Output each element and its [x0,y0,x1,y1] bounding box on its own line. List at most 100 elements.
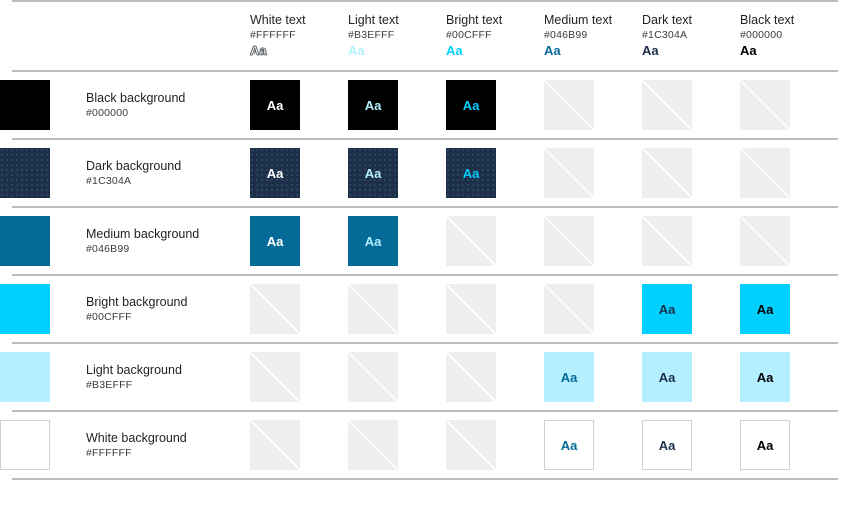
sample-cell-light-light [348,344,446,410]
row-swatch-cell-dark [0,140,86,206]
row-hex: #00CFFF [86,311,132,323]
sample-cell-black-white: Aa [250,72,348,138]
sample-glyph: Aa [446,148,496,198]
unavailable-combination-icon [250,352,300,402]
sample-glyph: Aa [642,420,692,470]
sample-cell-white-black: Aa [740,412,850,478]
sample-cell-light-dark: Aa [642,344,740,410]
sample-cell-medium-white: Aa [250,208,348,274]
table-row: Bright background #00CFFF Aa Aa [0,276,850,342]
unavailable-combination-icon [250,284,300,334]
column-header-bright: Bright text #00CFFF Aa [446,2,544,70]
row-label-cell-black: Black background #000000 [86,72,250,138]
sample-glyph: Aa [544,352,594,402]
row-swatch-cell-light [0,344,86,410]
sample-cell-light-medium: Aa [544,344,642,410]
column-header-label: White text [250,13,306,27]
background-swatch [0,80,50,130]
column-header-hex: #B3EFFF [348,29,395,41]
sample-cell-black-bright: Aa [446,72,544,138]
sample-cell-white-dark: Aa [642,412,740,478]
column-header-label: Bright text [446,13,503,27]
contrast-table: White text #FFFFFF Aa Light text #B3EFFF Aa Br… [0,0,850,480]
sample-glyph: Aa [250,148,300,198]
sample-glyph: Aa [348,216,398,266]
column-header-white: White text #FFFFFF Aa [250,2,348,70]
unavailable-combination-icon [250,420,300,470]
row-label: Bright background [86,295,188,309]
background-swatch [0,284,50,334]
column-header-label: Dark text [642,13,693,27]
background-swatch [0,352,50,402]
column-header-sample-glyph: Aa [446,43,463,58]
column-header-hex: #1C304A [642,29,688,41]
unavailable-combination-icon [544,80,594,130]
unavailable-combination-icon [348,352,398,402]
row-label-cell-bright: Bright background #00CFFF [86,276,250,342]
sample-cell-white-medium: Aa [544,412,642,478]
column-header-black: Black text #000000 Aa [740,2,850,70]
row-swatch-cell-black [0,72,86,138]
column-header-medium: Medium text #046B99 Aa [544,2,642,70]
row-hex: #1C304A [86,175,132,187]
row-label: Light background [86,363,182,377]
column-header-dark: Dark text #1C304A Aa [642,2,740,70]
color-contrast-matrix: White text #FFFFFF Aa Light text #B3EFFF Aa Br… [0,0,850,510]
sample-cell-bright-black: Aa [740,276,850,342]
sample-glyph: Aa [250,80,300,130]
sample-cell-black-light: Aa [348,72,446,138]
row-hex: #000000 [86,107,129,119]
column-header-label: Black text [740,13,795,27]
sample-cell-medium-black [740,208,850,274]
column-header-label: Medium text [544,13,613,27]
row-label-cell-medium: Medium background #046B99 [86,208,250,274]
column-header-sample-glyph: Aa [740,43,757,58]
sample-cell-bright-medium [544,276,642,342]
column-header-hex: #00CFFF [446,29,492,41]
sample-glyph: Aa [740,352,790,402]
row-swatch-cell-white [0,412,86,478]
column-header-sample-glyph: Aa [642,43,659,58]
sample-glyph: Aa [642,352,692,402]
table-row: Black background #000000 Aa Aa Aa [0,72,850,138]
table-body: White text #FFFFFF Aa Light text #B3EFFF Aa Br… [0,0,850,480]
row-label: White background [86,431,187,445]
column-header-sample-glyph: Aa [250,43,267,59]
row-divider [12,478,838,480]
sample-cell-medium-light: Aa [348,208,446,274]
column-header-light: Light text #B3EFFF Aa [348,2,446,70]
table-row: Dark background #1C304A Aa Aa Aa [0,140,850,206]
unavailable-combination-icon [642,148,692,198]
sample-cell-dark-dark [642,140,740,206]
column-header-hex: #000000 [740,29,783,41]
sample-glyph: Aa [446,80,496,130]
row-label: Black background [86,91,186,105]
sample-cell-bright-dark: Aa [642,276,740,342]
sample-cell-white-white [250,412,348,478]
unavailable-combination-icon [740,80,790,130]
column-header-hex: #FFFFFF [250,29,296,41]
unavailable-combination-icon [446,216,496,266]
sample-cell-black-medium [544,72,642,138]
sample-cell-medium-medium [544,208,642,274]
sample-cell-light-white [250,344,348,410]
sample-glyph: Aa [544,420,594,470]
sample-cell-black-dark [642,72,740,138]
column-header-sample-glyph: Aa [348,43,365,58]
table-row: Light background #B3EFFF Aa Aa Aa [0,344,850,410]
sample-cell-light-black: Aa [740,344,850,410]
row-label-cell-white: White background #FFFFFF [86,412,250,478]
background-swatch [0,148,50,198]
sample-cell-bright-white [250,276,348,342]
sample-glyph: Aa [348,148,398,198]
header-corner-spacer [0,2,250,70]
sample-cell-white-bright [446,412,544,478]
sample-cell-black-black [740,72,850,138]
sample-glyph: Aa [642,284,692,334]
sample-glyph: Aa [250,216,300,266]
sample-cell-dark-medium [544,140,642,206]
row-label: Medium background [86,227,200,241]
sample-glyph: Aa [740,284,790,334]
unavailable-combination-icon [642,80,692,130]
sample-cell-dark-bright: Aa [446,140,544,206]
